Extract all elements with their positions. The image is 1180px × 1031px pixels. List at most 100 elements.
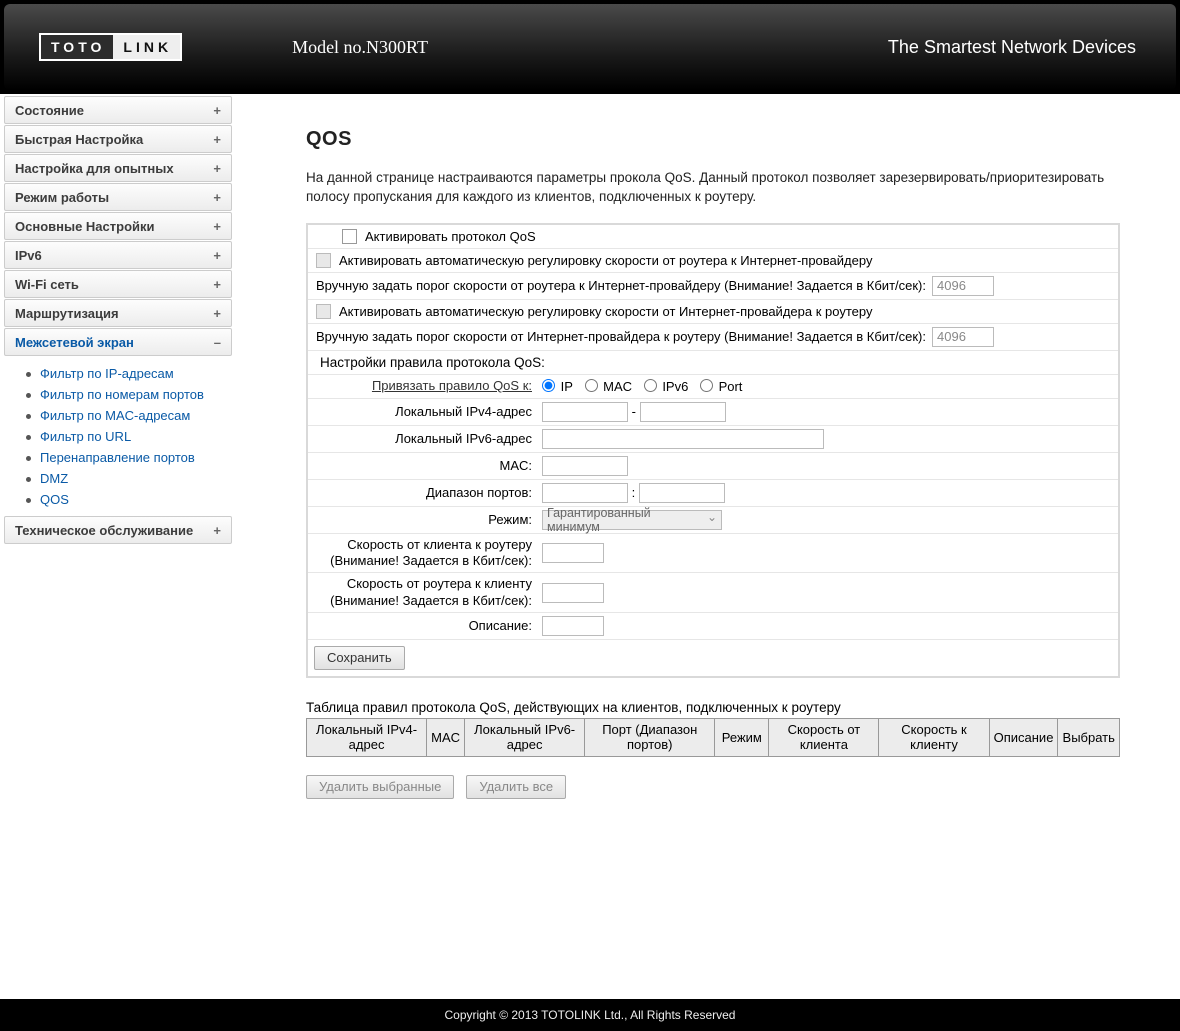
label-bind-rule: Привязать правило QoS к: — [316, 378, 542, 394]
topbar-wrapper: TOTO LINK Model no.N300RT The Smartest N… — [0, 0, 1180, 94]
topbar: TOTO LINK Model no.N300RT The Smartest N… — [4, 4, 1176, 90]
label-mac: MAC: — [316, 458, 542, 474]
input-mac[interactable] — [542, 456, 628, 476]
input-ipv4-from[interactable] — [542, 402, 628, 422]
col-ipv4: Локальный IPv4-адрес — [307, 718, 427, 756]
delete-selected-button[interactable]: Удалить выбранные — [306, 775, 454, 799]
input-downlink-rate[interactable] — [542, 583, 604, 603]
sidebar-sub-url-filter[interactable]: Фильтр по URL — [26, 426, 232, 447]
row-uplink-rate: Скорость от клиента к роутеру (Внимание!… — [308, 534, 1118, 574]
sidebar-item-routing[interactable]: Маршрутизация+ — [4, 299, 232, 327]
col-mode: Режим — [715, 718, 769, 756]
logo-right: LINK — [113, 35, 180, 59]
main-content: QOS На данной странице настраиваются пар… — [234, 94, 1180, 839]
row-manual-uplink: Вручную задать порог скорости от роутера… — [308, 273, 1118, 300]
tagline: The Smartest Network Devices — [888, 37, 1136, 58]
row-auto-downlink: Активировать автоматическую регулировку … — [308, 300, 1118, 324]
sidebar-item-advanced-setup[interactable]: Настройка для опытных+ — [4, 154, 232, 182]
plus-icon: + — [213, 161, 221, 176]
select-mode[interactable]: Гарантированный минимум — [542, 510, 722, 530]
radio-ipv6[interactable]: IPv6 — [644, 379, 689, 394]
plus-icon: + — [213, 306, 221, 321]
row-ipv4: Локальный IPv4-адрес - — [308, 399, 1118, 426]
label-description: Описание: — [316, 618, 542, 634]
input-ipv4-to[interactable] — [640, 402, 726, 422]
sidebar-item-operation-mode[interactable]: Режим работы+ — [4, 183, 232, 211]
row-manual-downlink: Вручную задать порог скорости от Интерне… — [308, 324, 1118, 351]
radio-group-bind: IP MAC IPv6 Port — [542, 378, 750, 394]
row-mode: Режим: Гарантированный минимум — [308, 507, 1118, 534]
label-downlink-rate: Скорость от роутера к клиенту (Внимание!… — [316, 576, 542, 609]
row-enable-qos: Активировать протокол QoS — [308, 225, 1118, 249]
save-button[interactable]: Сохранить — [314, 646, 405, 670]
row-description: Описание: — [308, 613, 1118, 640]
sidebar-item-wifi[interactable]: Wi-Fi сеть+ — [4, 270, 232, 298]
sidebar-sub-mac-filter[interactable]: Фильтр по MAC-адресам — [26, 405, 232, 426]
rules-table-title: Таблица правил протокола QoS, действующи… — [306, 700, 1120, 715]
radio-port[interactable]: Port — [700, 379, 742, 394]
label-ipv4: Локальный IPv4-адрес — [316, 404, 542, 420]
plus-icon: + — [213, 277, 221, 292]
row-auto-uplink: Активировать автоматическую регулировку … — [308, 249, 1118, 273]
logo-left: TOTO — [41, 35, 113, 59]
sidebar-item-quick-setup[interactable]: Быстрая Настройка+ — [4, 125, 232, 153]
label-port-range: Диапазон портов: — [316, 485, 542, 501]
sidebar-sub-port-filter[interactable]: Фильтр по номерам портов — [26, 384, 232, 405]
sidebar-sub-port-forwarding[interactable]: Перенаправление портов — [26, 447, 232, 468]
plus-icon: + — [213, 248, 221, 263]
label-mode: Режим: — [316, 512, 542, 528]
page-title: QOS — [306, 128, 1120, 151]
delete-all-button[interactable]: Удалить все — [466, 775, 566, 799]
label-auto-downlink: Активировать автоматическую регулировку … — [339, 304, 1110, 319]
label-enable-qos: Активировать протокол QoS — [365, 229, 1110, 244]
qos-settings-panel: Активировать протокол QoS Активировать а… — [306, 223, 1120, 678]
row-downlink-rate: Скорость от роутера к клиенту (Внимание!… — [308, 573, 1118, 613]
sidebar-item-ipv6[interactable]: IPv6+ — [4, 241, 232, 269]
sidebar-sub-qos[interactable]: QOS — [26, 489, 232, 510]
row-ipv6: Локальный IPv6-адрес — [308, 426, 1118, 453]
minus-icon: – — [214, 335, 221, 350]
input-uplink-rate[interactable] — [542, 543, 604, 563]
row-mac: MAC: — [308, 453, 1118, 480]
plus-icon: + — [213, 132, 221, 147]
label-uplink-rate: Скорость от клиента к роутеру (Внимание!… — [316, 537, 542, 570]
input-manual-downlink[interactable] — [932, 327, 994, 347]
page-description: На данной странице настраиваются парамет… — [306, 169, 1120, 207]
sidebar-submenu-firewall: Фильтр по IP-адресам Фильтр по номерам п… — [4, 357, 232, 516]
plus-icon: + — [213, 523, 221, 538]
plus-icon: + — [213, 190, 221, 205]
plus-icon: + — [213, 219, 221, 234]
sidebar-item-basic-settings[interactable]: Основные Настройки+ — [4, 212, 232, 240]
col-mac: MAC — [427, 718, 465, 756]
sidebar-sub-dmz[interactable]: DMZ — [26, 468, 232, 489]
radio-mac[interactable]: MAC — [585, 379, 633, 394]
label-manual-downlink: Вручную задать порог скорости от Интерне… — [316, 329, 926, 344]
input-description[interactable] — [542, 616, 604, 636]
sidebar-sub-ip-filter[interactable]: Фильтр по IP-адресам — [26, 363, 232, 384]
col-uplink: Скорость от клиента — [769, 718, 879, 756]
rules-table: Локальный IPv4-адрес MAC Локальный IPv6-… — [306, 718, 1120, 757]
sidebar: Состояние+ Быстрая Настройка+ Настройка … — [0, 94, 234, 839]
sidebar-item-status[interactable]: Состояние+ — [4, 96, 232, 124]
checkbox-enable-qos[interactable] — [342, 229, 357, 244]
checkbox-auto-uplink[interactable] — [316, 253, 331, 268]
input-manual-uplink[interactable] — [932, 276, 994, 296]
label-manual-uplink: Вручную задать порог скорости от роутера… — [316, 278, 926, 293]
label-ipv6: Локальный IPv6-адрес — [316, 431, 542, 447]
col-ipv6: Локальный IPv6-адрес — [465, 718, 585, 756]
input-ipv6[interactable] — [542, 429, 824, 449]
checkbox-auto-downlink[interactable] — [316, 304, 331, 319]
input-port-to[interactable] — [639, 483, 725, 503]
sidebar-item-maintenance[interactable]: Техническое обслуживание+ — [4, 516, 232, 544]
table-actions: Удалить выбранные Удалить все — [306, 775, 1120, 799]
row-rule-header: Настройки правила протокола QoS: — [308, 351, 1118, 375]
row-bind-rule: Привязать правило QoS к: IP MAC IPv6 Por… — [308, 375, 1118, 399]
radio-ip[interactable]: IP — [542, 379, 573, 394]
row-save: Сохранить — [308, 640, 1118, 676]
col-select: Выбрать — [1058, 718, 1120, 756]
input-port-from[interactable] — [542, 483, 628, 503]
col-port: Порт (Диапазон портов) — [585, 718, 715, 756]
col-description: Описание — [989, 718, 1058, 756]
plus-icon: + — [213, 103, 221, 118]
sidebar-item-firewall[interactable]: Межсетевой экран– — [4, 328, 232, 356]
